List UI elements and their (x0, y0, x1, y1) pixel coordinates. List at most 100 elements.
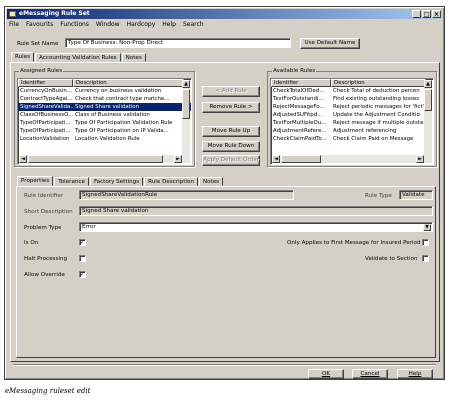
available-rule-row[interactable]: RejectMessageFo... Reject periodic messag… (271, 103, 433, 111)
first-message-label: Only Applies to First Message for Insure… (287, 240, 421, 246)
title-bar[interactable]: eMessaging Rule Set _ □ × (7, 9, 442, 19)
assigned-rule-row[interactable]: LocationValidation Location Validation Ru… (18, 135, 191, 143)
first-message-checkbox[interactable] (422, 239, 429, 246)
rule-identifier-label: Rule Identifier (24, 193, 64, 199)
assigned-vertical-scrollbar[interactable]: ▲ (182, 80, 190, 155)
top-tabs: Rules Accounting Validation Rules Notes (11, 52, 147, 62)
rule-identifier-cell: TypeOfParticipati... (20, 120, 71, 126)
assigned-rule-row[interactable]: CurrencyOnBusin... Currency on business v… (18, 87, 191, 95)
maximize-button[interactable]: □ (422, 10, 431, 18)
tab-tolerance[interactable]: Tolerance (54, 177, 89, 186)
scroll-right-icon[interactable]: ► (174, 155, 182, 163)
scroll-left-icon[interactable]: ◄ (19, 155, 27, 163)
scroll-thumb[interactable] (424, 89, 432, 111)
tab-accounting-validation-rules[interactable]: Accounting Validation Rules (35, 53, 121, 62)
available-vertical-scrollbar[interactable]: ▲ (424, 80, 432, 155)
tab-properties[interactable]: Properties (17, 176, 54, 186)
available-rule-row[interactable]: CheckClaimPaidTo... Check Claim Paid on M… (271, 135, 433, 143)
tab-rules[interactable]: Rules (11, 52, 35, 62)
assigned-rule-row[interactable]: ContractTypeAgai... Check that contract t… (18, 95, 191, 103)
assigned-rules-list[interactable]: Identifier Description CurrencyOnBusin..… (17, 78, 192, 165)
assigned-horizontal-scrollbar[interactable]: ◄ ► (19, 155, 190, 163)
assigned-rule-row[interactable]: ClassOfBusinessO... Class of Business val… (18, 111, 191, 119)
tab-notes[interactable]: Notes (121, 53, 146, 62)
scroll-thumb[interactable] (182, 89, 190, 119)
rule-description-cell: Adjustment referencing (333, 128, 397, 134)
rule-description-cell: Class of Business validation (75, 112, 150, 118)
allow-override-checkbox[interactable]: ✓ (79, 271, 86, 278)
menu-search[interactable]: Search (183, 21, 204, 28)
menu-favourits[interactable]: Favourits (26, 21, 53, 28)
rule-identifier-cell: RejectMessageFo... (273, 104, 325, 110)
rule-identifier-cell: CheckClaimPaidTo... (273, 136, 327, 142)
chevron-down-icon[interactable]: ▼ (423, 224, 431, 231)
menu-file[interactable]: File (9, 21, 19, 28)
menu-functions[interactable]: Functions (60, 21, 89, 28)
is-on-label: Is On (24, 240, 39, 246)
rule-description-cell: Signed Share validation (75, 104, 140, 110)
assigned-rule-row[interactable]: SignedShareValida... Signed Share validat… (18, 103, 191, 111)
help-button[interactable]: Help (397, 369, 433, 379)
scroll-up-icon[interactable]: ▲ (424, 80, 432, 88)
available-rule-row[interactable]: TestForOutstandi... Find existing outstan… (271, 95, 433, 103)
minimize-button[interactable]: _ (412, 10, 421, 18)
apply-default-order-button[interactable]: Apply Default Order (202, 155, 260, 166)
rule-type-label: Rule Type (365, 193, 392, 199)
available-rule-row[interactable]: TestForMultipleOu... Reject message if mu… (271, 119, 433, 127)
detail-tabs: Properties Tolerance Factory Settings Ru… (17, 176, 224, 186)
move-rule-down-button[interactable]: Move Rule Down (202, 141, 260, 152)
available-rules-list[interactable]: Identifier Description CheckTotalOfDed..… (270, 78, 434, 165)
scroll-up-icon[interactable]: ▲ (182, 80, 190, 88)
rule-description-cell: Check Total of deduction percen (333, 88, 420, 94)
is-on-checkbox[interactable]: ✓ (79, 239, 86, 246)
rule-set-name-input[interactable]: Type Of Business: Non-Prop Direct (65, 38, 291, 48)
rule-identifier-cell: CheckTotalOfDed... (273, 88, 325, 94)
add-rule-button[interactable]: < Add Rule (202, 86, 260, 97)
ok-button[interactable]: OK (308, 369, 344, 379)
assigned-rule-row[interactable]: TypeOfParticipati... Type Of Participatio… (18, 127, 191, 135)
tab-factory-settings[interactable]: Factory Settings (89, 177, 144, 186)
halt-processing-checkbox[interactable] (79, 255, 86, 262)
figure-caption: eMessaging ruleset edit (5, 387, 91, 395)
rule-identifier-cell: AdjustmentRefere... (273, 128, 327, 134)
menu-help[interactable]: Help (162, 21, 176, 28)
assigned-rules-title: Assigned Rules (19, 68, 64, 74)
rule-set-window: eMessaging Rule Set _ □ × File Favourits… (4, 6, 445, 380)
available-col-description[interactable]: Description (331, 79, 426, 87)
short-description-field: Signed Share validation (79, 206, 433, 216)
rule-type-field: Validate (399, 190, 433, 200)
footer-divider (13, 364, 436, 366)
rule-description-cell: Currency on business validation (75, 88, 162, 94)
use-default-name-button[interactable]: Use Default Name (300, 38, 360, 49)
scroll-left-icon[interactable]: ◄ (272, 155, 280, 163)
tab-notes-detail[interactable]: Notes (198, 177, 224, 186)
assigned-col-identifier[interactable]: Identifier (18, 79, 73, 87)
assigned-col-description[interactable]: Description (73, 79, 184, 87)
rule-identifier-field: SignedShareValidationRule (79, 190, 294, 200)
available-rule-row[interactable]: CheckTotalOfDed... Check Total of deducti… (271, 87, 433, 95)
rule-description-cell: Type Of Participation Validation Rule (75, 120, 173, 126)
available-horizontal-scrollbar[interactable]: ◄ ► (272, 155, 432, 163)
scroll-right-icon[interactable]: ► (416, 155, 424, 163)
validate-to-section-checkbox[interactable] (422, 255, 429, 262)
cancel-button[interactable]: Cancel (352, 369, 388, 379)
remove-rule-button[interactable]: Remove Rule > (202, 102, 260, 113)
tab-rule-description[interactable]: Rule Description (144, 177, 198, 186)
available-rule-row[interactable]: AdjustedSUFitpd... Update the Adjustment … (271, 111, 433, 119)
menu-window[interactable]: Window (96, 21, 120, 28)
rule-description-cell: Update the Adjustment Conditio (333, 112, 420, 118)
short-description-label: Short Description (24, 209, 73, 215)
close-button[interactable]: × (432, 10, 441, 18)
scroll-thumb[interactable] (28, 155, 163, 163)
available-rule-row[interactable]: AdjustmentRefere... Adjustment referencin… (271, 127, 433, 135)
rule-description-cell: Location Validation Rule (75, 136, 140, 142)
menu-hardcopy[interactable]: Hardcopy (127, 21, 156, 28)
available-rules-title: Available Rules (272, 68, 317, 74)
available-col-identifier[interactable]: Identifier (271, 79, 331, 87)
scroll-thumb[interactable] (281, 155, 321, 163)
move-rule-up-button[interactable]: Move Rule Up (202, 126, 260, 137)
assigned-rule-row[interactable]: TypeOfParticipati... Type Of Participatio… (18, 119, 191, 127)
rule-description-cell: Reject periodic messages for 'fict' (333, 104, 425, 110)
rule-description-cell: Find existing outstanding losses (333, 96, 420, 102)
problem-type-select[interactable]: Error ▼ (79, 222, 433, 232)
